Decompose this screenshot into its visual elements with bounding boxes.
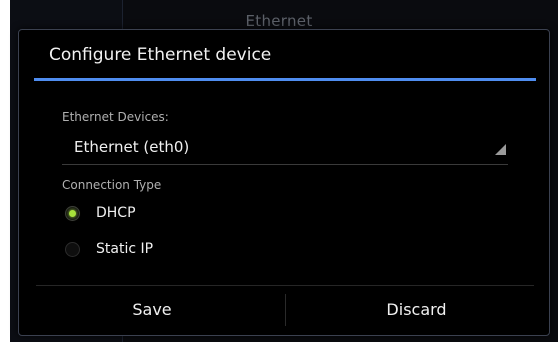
title-divider [34, 78, 536, 81]
connection-type-label: Connection Type [62, 178, 162, 192]
radio-option-dhcp[interactable]: DHCP [62, 200, 508, 230]
selected-device-value: Ethernet (eth0) [74, 138, 190, 156]
radio-unchecked-icon[interactable] [65, 242, 80, 257]
radio-checked-icon[interactable] [65, 206, 80, 221]
dropdown-arrow-icon [495, 144, 506, 155]
save-button[interactable]: Save [20, 286, 284, 332]
radio-label-static-ip: Static IP [96, 241, 154, 257]
radio-option-static-ip[interactable]: Static IP [62, 236, 508, 266]
background-edge [0, 0, 10, 342]
radio-label-dhcp: DHCP [96, 205, 136, 221]
devices-label: Ethernet Devices: [62, 110, 169, 124]
background-title: Ethernet [245, 12, 313, 30]
dialog-title: Configure Ethernet device [49, 45, 272, 65]
ethernet-device-spinner[interactable]: Ethernet (eth0) [62, 132, 508, 165]
discard-button[interactable]: Discard [286, 286, 547, 332]
